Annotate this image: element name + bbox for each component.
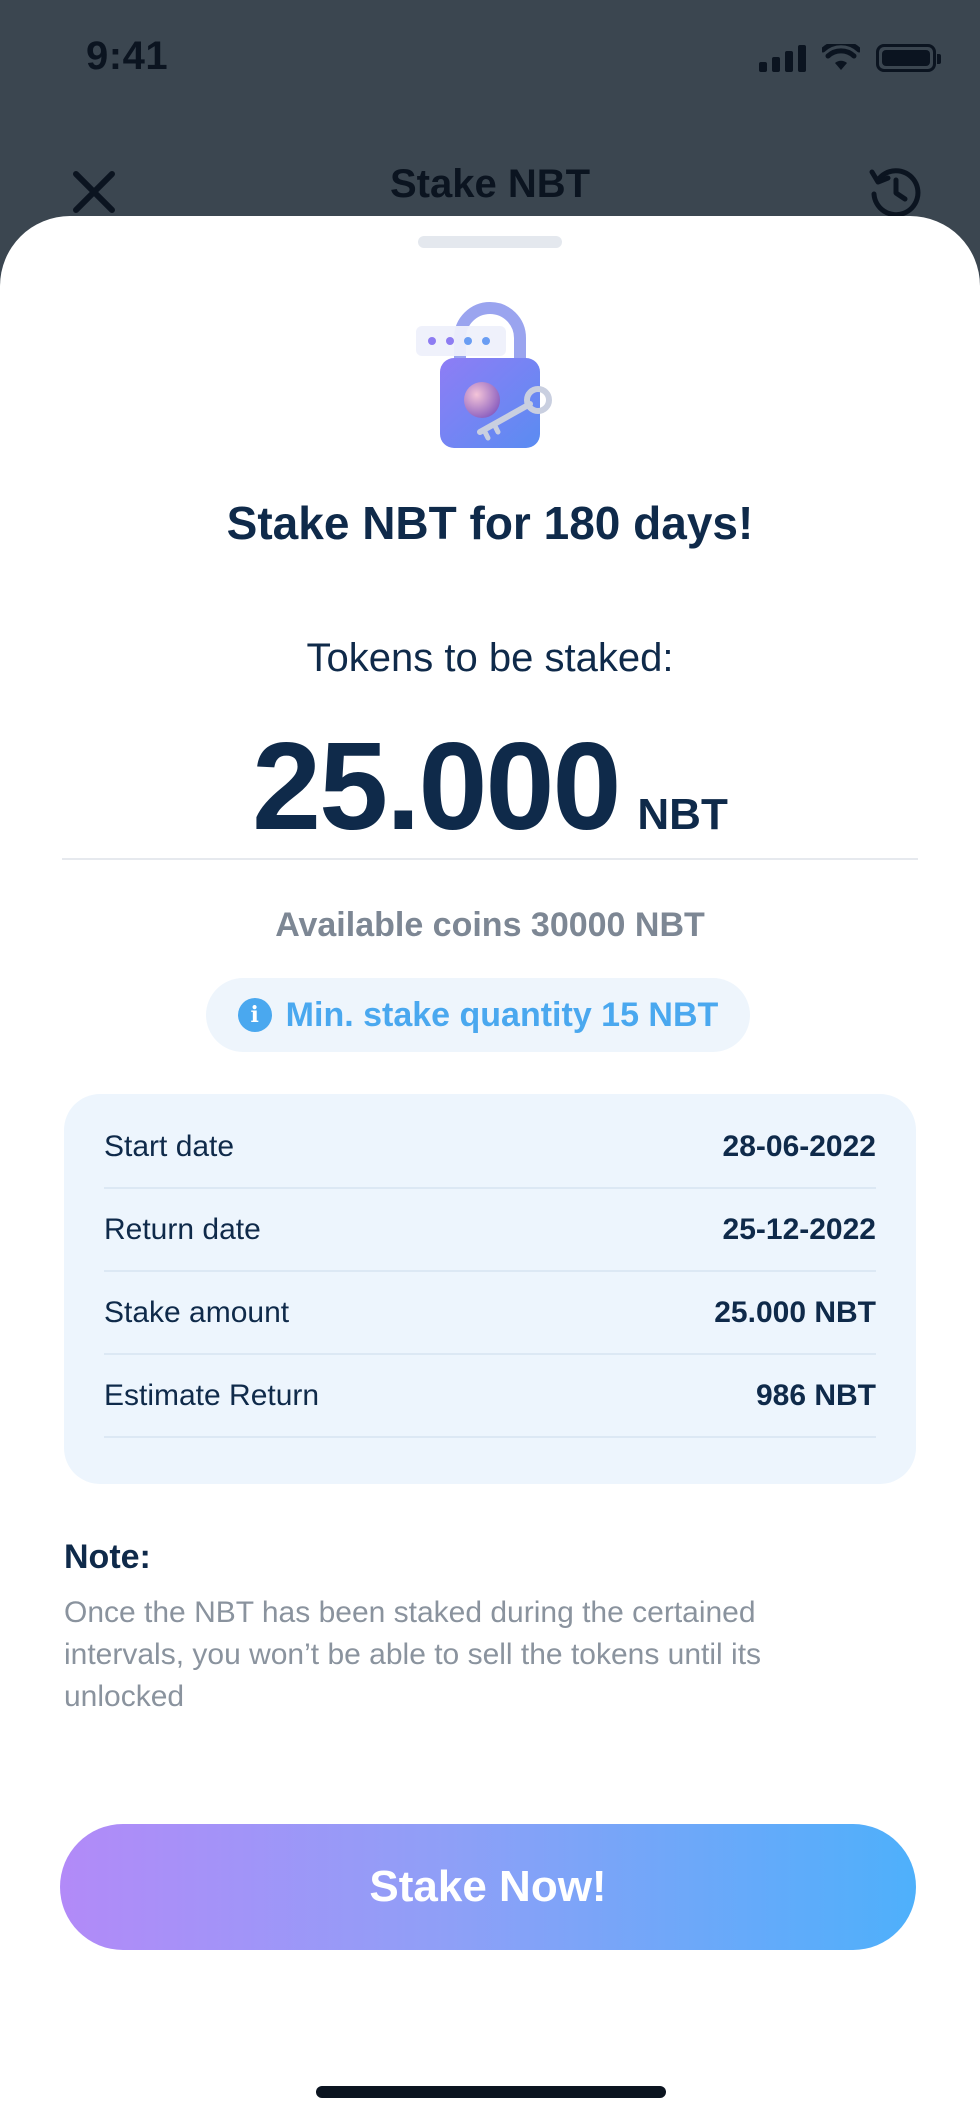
detail-value: 986 NBT xyxy=(755,1378,876,1412)
stake-headline: Stake NBT for 180 days! xyxy=(226,497,754,549)
stake-amount-unit: NBT xyxy=(637,790,728,839)
detail-label: Return date xyxy=(104,1212,261,1246)
detail-label: Stake amount xyxy=(104,1295,290,1329)
amount-divider xyxy=(62,858,918,860)
status-time: 9:41 xyxy=(86,34,169,78)
min-stake-badge: i Min. stake quantity 15 NBT xyxy=(206,978,750,1052)
tokens-label: Tokens to be staked: xyxy=(306,636,674,680)
history-icon[interactable] xyxy=(864,160,928,224)
detail-label: Estimate Return xyxy=(104,1378,320,1412)
battery-icon xyxy=(876,44,941,72)
sheet-grabber[interactable] xyxy=(418,236,562,248)
stake-sheet: Stake NBT for 180 days! Tokens to be sta… xyxy=(0,216,980,2122)
note-title: Note: xyxy=(64,1538,151,1576)
note-body: Once the NBT has been staked during the … xyxy=(64,1596,762,1713)
stake-amount-value: 25.000 xyxy=(252,718,621,856)
detail-value: 25-12-2022 xyxy=(722,1212,876,1246)
detail-value: 28-06-2022 xyxy=(722,1129,876,1163)
stake-now-button[interactable]: Stake Now! xyxy=(60,1824,916,1950)
detail-row: Start date 28-06-2022 xyxy=(104,1106,876,1189)
min-stake-text: Min. stake quantity 15 NBT xyxy=(285,995,719,1034)
detail-row: Estimate Return 986 NBT xyxy=(104,1355,876,1438)
detail-label: Start date xyxy=(104,1129,235,1163)
detail-row: Return date 25-12-2022 xyxy=(104,1189,876,1272)
status-bar: 9:41 xyxy=(0,0,980,120)
cellular-signal-icon xyxy=(759,44,806,72)
stake-details-card: Start date 28-06-2022 Return date 25-12-… xyxy=(64,1094,916,1484)
status-icons xyxy=(759,44,941,72)
available-coins: Available coins 30000 NBT xyxy=(275,906,705,944)
stake-amount-display[interactable]: 25.000 NBT xyxy=(0,716,980,858)
page-title: Stake NBT xyxy=(389,162,591,206)
home-indicator[interactable] xyxy=(316,2086,666,2098)
info-icon: i xyxy=(237,998,272,1032)
lock-key-icon xyxy=(416,302,552,448)
detail-row: Stake amount 25.000 NBT xyxy=(104,1272,876,1355)
detail-value: 25.000 NBT xyxy=(714,1295,876,1329)
wifi-icon xyxy=(822,44,860,70)
